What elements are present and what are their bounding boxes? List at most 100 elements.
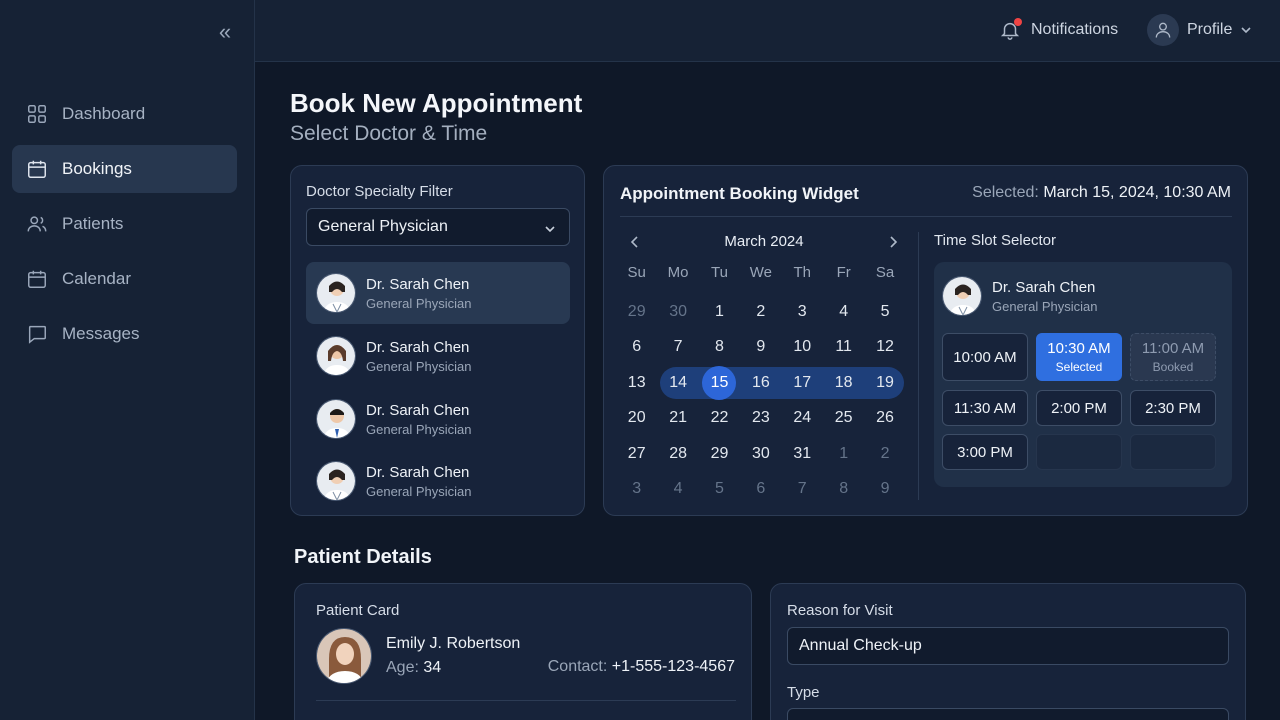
calendar-day[interactable]: 7 xyxy=(782,480,823,498)
calendar-day-label: 4 xyxy=(673,480,683,498)
calendar-day[interactable]: 27 xyxy=(616,445,657,463)
calendar-day-label: 13 xyxy=(627,373,646,391)
notifications-button[interactable]: Notifications xyxy=(999,16,1118,44)
calendar-day[interactable]: 12 xyxy=(864,338,905,356)
calendar-day-label: 7 xyxy=(673,338,683,356)
calendar-day[interactable]: 31 xyxy=(782,445,823,463)
time-slot-button[interactable]: 10:00 AM xyxy=(942,333,1028,381)
calendar-day-label: 31 xyxy=(793,444,812,462)
collapse-sidebar-icon[interactable]: « xyxy=(214,21,236,44)
calendar-day[interactable]: 7 xyxy=(657,338,698,356)
notification-dot xyxy=(1014,18,1022,26)
dashboard-icon xyxy=(28,105,46,123)
calendar-day[interactable]: 2 xyxy=(740,303,781,321)
calendar-day-label: 2 xyxy=(756,302,766,320)
calendar-day[interactable]: 3 xyxy=(782,303,823,321)
calendar-day-selected[interactable]: 15 xyxy=(699,365,740,400)
calendar-day[interactable]: 29 xyxy=(616,303,657,321)
calendar-day-label: 26 xyxy=(876,409,894,427)
doctor-name: Dr. Sarah Chen xyxy=(366,275,470,293)
profile-label: Profile xyxy=(1187,21,1233,38)
calendar-day[interactable]: 30 xyxy=(740,445,781,463)
doctor-list-item[interactable]: Dr. Sarah Chen General Physician xyxy=(306,450,570,512)
calendar-week-row: 13 14 15 16 17 18 19 xyxy=(616,365,906,401)
sidebar-item-messages[interactable]: Messages xyxy=(12,310,237,358)
calendar-day[interactable]: 14 xyxy=(657,374,698,392)
calendar-day[interactable]: 1 xyxy=(823,445,864,463)
calendar-day[interactable]: 9 xyxy=(864,480,905,498)
time-slot-button[interactable]: 2:00 PM xyxy=(1036,390,1122,426)
chevron-down-icon xyxy=(1241,27,1251,34)
calendar-day[interactable]: 20 xyxy=(616,409,657,427)
calendar-day-label: 6 xyxy=(756,480,766,498)
time-slot-button[interactable]: 2:30 PM xyxy=(1130,390,1216,426)
calendar-icon xyxy=(28,160,46,178)
reason-input[interactable] xyxy=(787,627,1229,665)
time-slot-status: Booked xyxy=(1152,360,1194,374)
calendar-day[interactable]: 18 xyxy=(823,374,864,392)
calendar-day-label: 15 xyxy=(702,365,737,400)
doctor-name: Dr. Sarah Chen xyxy=(366,401,470,419)
calendar-day[interactable]: 4 xyxy=(823,303,864,321)
calendar-day[interactable]: 22 xyxy=(699,409,740,427)
calendar-day[interactable]: 3 xyxy=(616,480,657,498)
sidebar-nav: Dashboard Bookings Patients Calendar Mes… xyxy=(12,90,237,365)
calendar-week-row: 29 30 1 2 3 4 5 xyxy=(616,294,906,330)
calendar-day[interactable]: 4 xyxy=(657,480,698,498)
calendar-day[interactable]: 1 xyxy=(699,303,740,321)
doctor-name: Dr. Sarah Chen xyxy=(992,278,1096,296)
sidebar-item-calendar[interactable]: Calendar xyxy=(12,255,237,303)
calendar-day[interactable]: 8 xyxy=(699,338,740,356)
doctor-list-item[interactable]: Dr. Sarah Chen General Physician xyxy=(306,325,570,387)
calendar-day[interactable]: 16 xyxy=(740,374,781,392)
time-slot-button[interactable]: 11:30 AM xyxy=(942,390,1028,426)
time-slot-time: 10:30 AM xyxy=(1047,340,1111,357)
calendar-day-label: 14 xyxy=(669,373,687,391)
calendar-day[interactable]: 28 xyxy=(657,445,698,463)
time-slot-button[interactable]: 10:30 AM Selected xyxy=(1036,333,1122,381)
calendar-day[interactable]: 10 xyxy=(782,338,823,356)
bell-icon xyxy=(999,18,1022,41)
calendar-day[interactable]: 30 xyxy=(657,303,698,321)
doctor-list-item[interactable]: Dr. Sarah Chen General Physician xyxy=(306,388,570,450)
profile-menu[interactable]: Profile xyxy=(1147,13,1252,47)
calendar-day[interactable]: 5 xyxy=(864,303,905,321)
calendar-day[interactable]: 25 xyxy=(823,409,864,427)
calendar-day-label: 6 xyxy=(632,338,642,356)
chevron-right-icon[interactable] xyxy=(884,233,902,251)
calendar-day[interactable]: 19 xyxy=(864,374,905,392)
calendar-day[interactable]: 8 xyxy=(823,480,864,498)
calendar-day-label: 1 xyxy=(839,444,849,462)
doctor-list-item[interactable]: Dr. Sarah Chen General Physician xyxy=(306,262,570,324)
calendar-month: March 2024 xyxy=(724,233,804,250)
calendar-day[interactable]: 13 xyxy=(616,374,657,392)
time-slot-time: 2:00 PM xyxy=(1051,399,1107,417)
calendar-day-label: 24 xyxy=(793,409,812,427)
calendar-day-label: 27 xyxy=(627,444,646,462)
empty-time-slot xyxy=(1130,434,1216,470)
calendar-day[interactable]: 17 xyxy=(782,374,823,392)
calendar-day[interactable]: 2 xyxy=(864,445,905,463)
calendar-day[interactable]: 21 xyxy=(657,409,698,427)
calendar-day[interactable]: 6 xyxy=(616,338,657,356)
doctor-avatar xyxy=(316,336,356,376)
specialty-select[interactable]: General Physician xyxy=(306,208,570,246)
calendar-day[interactable]: 11 xyxy=(823,338,864,356)
calendar-day[interactable]: 23 xyxy=(740,409,781,427)
time-slot-button[interactable]: 3:00 PM xyxy=(942,434,1028,470)
sidebar-item-bookings[interactable]: Bookings xyxy=(12,145,237,193)
calendar-day[interactable]: 29 xyxy=(699,445,740,463)
calendar-day[interactable]: 26 xyxy=(864,409,905,427)
calendar-day[interactable]: 6 xyxy=(740,480,781,498)
calendar-day[interactable]: 9 xyxy=(740,338,781,356)
type-select[interactable] xyxy=(787,708,1229,720)
sidebar-item-patients[interactable]: Patients xyxy=(12,200,237,248)
time-slot-time: 2:30 PM xyxy=(1145,399,1201,417)
patient-age-label: Age: xyxy=(386,659,419,676)
sidebar-item-dashboard[interactable]: Dashboard xyxy=(12,90,237,138)
calendar-day[interactable]: 24 xyxy=(782,409,823,427)
calendar-day-label: 2 xyxy=(880,444,890,462)
calendar-day-label: 9 xyxy=(756,338,766,356)
calendar-day[interactable]: 5 xyxy=(699,480,740,498)
users-icon xyxy=(27,216,47,232)
